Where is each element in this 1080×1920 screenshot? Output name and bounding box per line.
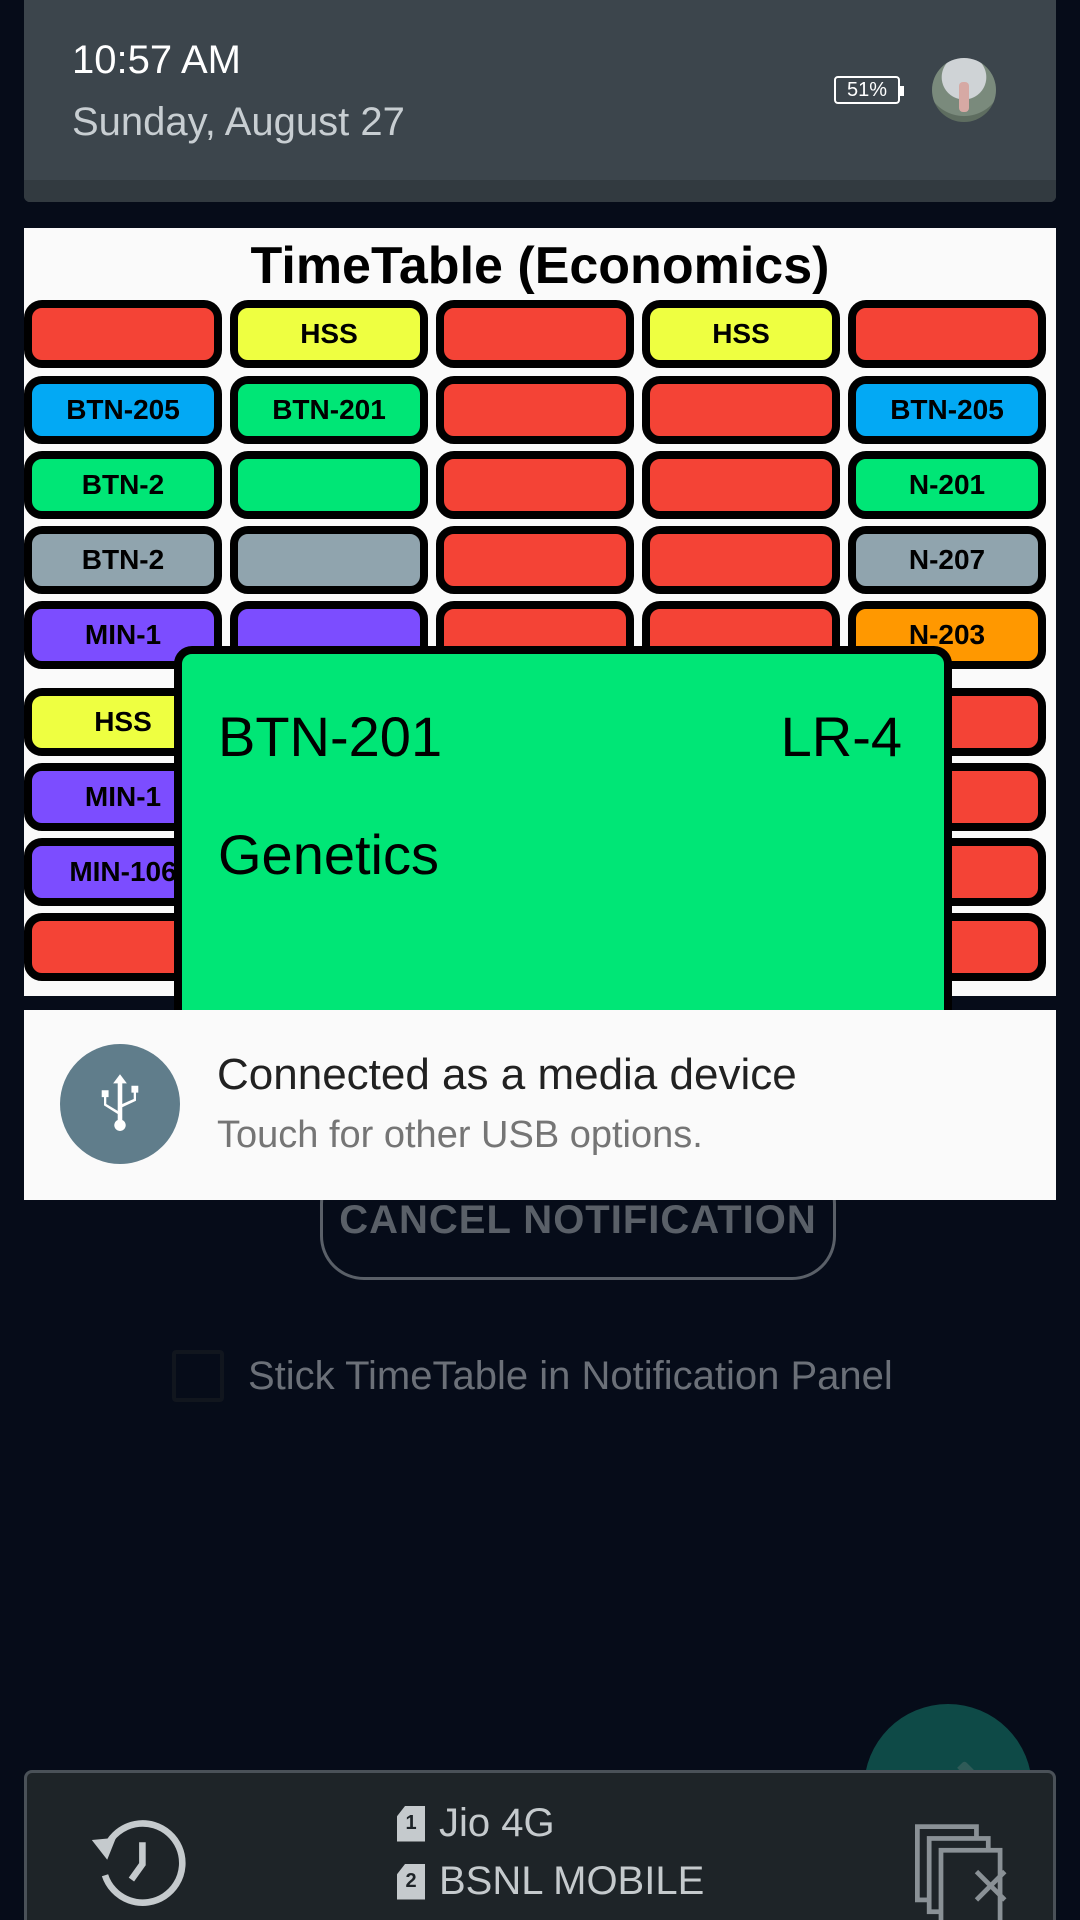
usb-notification-subtitle: Touch for other USB options. <box>217 1114 703 1156</box>
timetable-cell[interactable]: HSS <box>230 300 428 368</box>
popup-course-code: BTN-201 <box>218 705 443 768</box>
user-avatar[interactable] <box>932 58 996 122</box>
timetable-cell[interactable]: N-201 <box>848 451 1046 519</box>
timetable-notification[interactable]: TimeTable (Economics) HSS HSS BTN-205 BTN-2… <box>24 228 1056 1086</box>
timetable-cell[interactable] <box>436 451 634 519</box>
timetable-cell[interactable]: BTN-2 <box>24 526 222 594</box>
history-icon[interactable] <box>83 1807 193 1917</box>
notification-shade-header: 10:57 AM Sunday, August 27 51% <box>24 0 1056 202</box>
sim1-status[interactable]: 1 Jio 4G <box>397 1801 555 1846</box>
timetable-cell[interactable] <box>848 300 1046 368</box>
sim-card-icon: 1 <box>397 1805 425 1842</box>
clear-all-icon[interactable] <box>907 1803 1027 1920</box>
timetable-cell[interactable]: BTN-205 <box>24 376 222 444</box>
battery-indicator: 51% <box>834 76 904 104</box>
popup-room: LR-4 <box>780 705 902 768</box>
date[interactable]: Sunday, August 27 <box>72 100 405 145</box>
sim2-status[interactable]: 2 BSNL MOBILE <box>397 1859 704 1904</box>
timetable-cell[interactable]: BTN-2 <box>24 451 222 519</box>
stick-checkbox[interactable] <box>172 1350 224 1402</box>
timetable-cell[interactable] <box>436 300 634 368</box>
timetable-cell[interactable] <box>642 451 840 519</box>
usb-notification-title: Connected as a media device <box>217 1050 797 1099</box>
timetable-cell[interactable] <box>642 376 840 444</box>
stick-timetable-option[interactable]: Stick TimeTable in Notification Panel <box>172 1350 893 1402</box>
usb-icon <box>60 1044 180 1164</box>
notification-bottom-bar: 1 Jio 4G 2 BSNL MOBILE <box>24 1770 1056 1920</box>
timetable-title: TimeTable (Economics) <box>250 237 830 295</box>
sim1-carrier: Jio 4G <box>439 1801 555 1845</box>
timetable-cell[interactable]: BTN-201 <box>230 376 428 444</box>
stick-checkbox-label: Stick TimeTable in Notification Panel <box>248 1353 893 1398</box>
timetable-cell[interactable] <box>24 300 222 368</box>
popup-subject: Genetics <box>218 823 439 886</box>
timetable-cell[interactable]: N-207 <box>848 526 1046 594</box>
clock: 10:57 AM <box>72 38 242 82</box>
timetable-cell[interactable] <box>436 376 634 444</box>
timetable-cell[interactable] <box>436 526 634 594</box>
timetable-cell[interactable] <box>230 451 428 519</box>
timetable-cell[interactable] <box>642 526 840 594</box>
timetable-cell[interactable]: BTN-205 <box>848 376 1046 444</box>
timetable-cell[interactable] <box>230 526 428 594</box>
sim2-carrier: BSNL MOBILE <box>439 1859 705 1903</box>
usb-notification[interactable]: Connected as a media device Touch for ot… <box>24 1010 1056 1200</box>
sim-card-icon: 2 <box>397 1863 425 1900</box>
timetable-cell[interactable]: HSS <box>642 300 840 368</box>
